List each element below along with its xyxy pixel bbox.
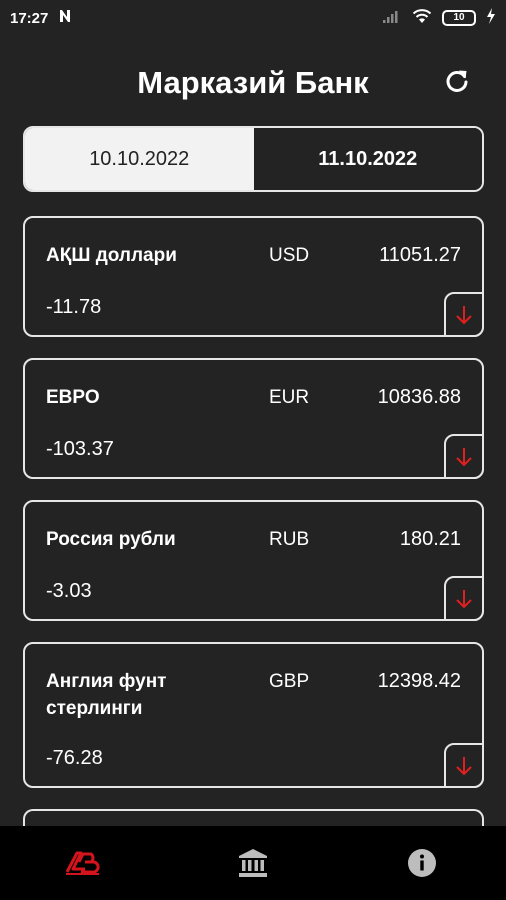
date-tabs: 10.10.2022 11.10.2022 <box>23 126 484 192</box>
nav-item-home[interactable] <box>44 833 124 893</box>
currency-diff: -76.28 <box>46 747 103 769</box>
nav-item-info[interactable] <box>382 833 462 893</box>
header: Марказий Банк <box>0 58 506 108</box>
currency-rate: 12398.42 <box>377 670 461 692</box>
refresh-button[interactable] <box>442 66 472 96</box>
refresh-icon <box>446 70 468 92</box>
charging-icon <box>486 8 496 28</box>
tab-date-2[interactable]: 11.10.2022 <box>253 128 482 190</box>
currency-rate: 180.21 <box>399 528 461 550</box>
currency-name: АҚШ доллари <box>46 245 177 266</box>
currency-code: USD <box>269 245 310 266</box>
signal-icon <box>382 8 402 28</box>
bank-icon <box>238 849 267 877</box>
page-title: Марказий Банк <box>137 65 369 100</box>
bottom-nav <box>0 826 506 900</box>
app-logo-icon <box>66 851 100 875</box>
currency-rate: 11051.27 <box>379 244 461 266</box>
trend-indicator <box>444 292 484 337</box>
currency-code: RUB <box>269 529 310 550</box>
trend-indicator <box>444 743 484 788</box>
nav-item-bank[interactable] <box>213 833 293 893</box>
currency-rate: 10836.88 <box>377 386 461 408</box>
currency-card-rub[interactable]: Россия рубли RUB 180.21 -3.03 <box>23 500 484 621</box>
currency-card-gbp[interactable]: Англия фунт стерлинги GBP 12398.42 -76.2… <box>23 642 484 788</box>
status-bar: 17:27 10 <box>0 0 506 36</box>
currency-name: Англия фунт стерлинги <box>46 671 167 719</box>
currency-card-usd[interactable]: АҚШ доллари USD 11051.27 -11.78 <box>23 216 484 337</box>
battery-icon: 10 <box>442 10 476 26</box>
arrow-down-icon <box>456 589 472 608</box>
currency-card-eur[interactable]: ЕВРО EUR 10836.88 -103.37 <box>23 358 484 479</box>
currency-diff: -3.03 <box>46 580 92 602</box>
currency-list: АҚШ доллари USD 11051.27 -11.78 ЕВРО EUR… <box>23 216 484 860</box>
currency-diff: -103.37 <box>46 438 114 460</box>
arrow-down-icon <box>456 756 472 775</box>
currency-name: Россия рубли <box>46 529 176 550</box>
currency-code: EUR <box>269 387 310 408</box>
trend-indicator <box>444 576 484 621</box>
currency-diff: -11.78 <box>46 296 102 318</box>
currency-name: ЕВРО <box>46 387 100 408</box>
status-time: 17:27 <box>10 9 49 27</box>
currency-code: GBP <box>269 671 310 692</box>
notification-icon <box>58 9 72 27</box>
tab-date-1[interactable]: 10.10.2022 <box>25 128 254 190</box>
arrow-down-icon <box>456 447 472 466</box>
trend-indicator <box>444 434 484 479</box>
wifi-icon <box>412 8 432 28</box>
arrow-down-icon <box>456 305 472 324</box>
info-icon <box>407 849 436 877</box>
